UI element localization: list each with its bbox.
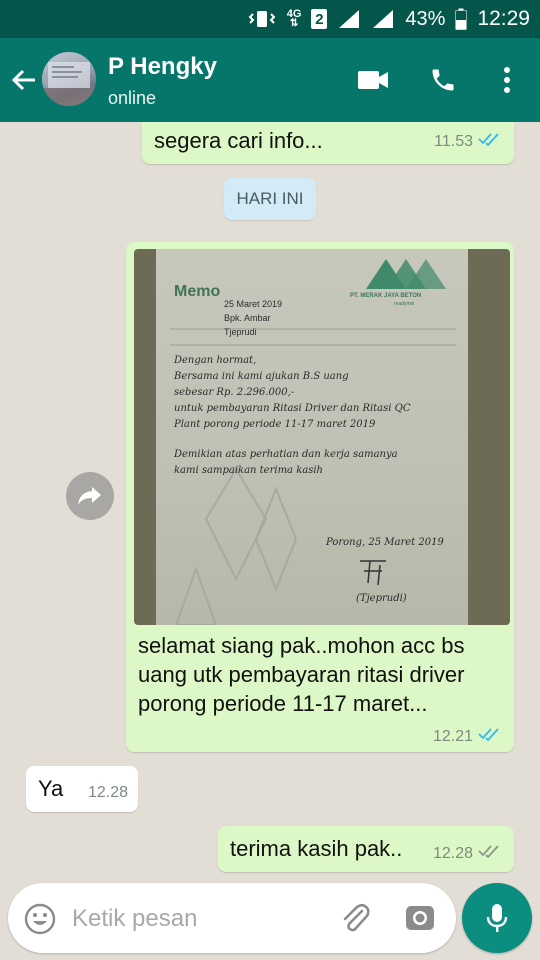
memo-body-line: kami sampaikan terima kasih	[174, 465, 323, 476]
image-caption: selamat siang pak..mohon acc bs uang utk…	[138, 631, 508, 718]
message-meta: 12.28	[433, 844, 500, 863]
date-divider: HARI INI	[224, 178, 316, 220]
composer-bar: Ketik pesan	[0, 880, 540, 960]
message-bubble-in[interactable]: Ya 12.28	[26, 766, 138, 812]
memo-signature-place: Porong, 25 Maret 2019	[326, 537, 444, 548]
memo-field-from: Tjeprudi	[224, 327, 257, 337]
memo-body: Dengan hormat, Bersama ini kami ajukan B…	[174, 353, 464, 479]
sim-slot-label: 2	[311, 9, 328, 29]
message-input[interactable]: Ketik pesan	[72, 905, 197, 933]
battery-icon	[455, 8, 468, 30]
status-time: 12:29	[477, 7, 530, 30]
message-text: terima kasih pak..	[230, 836, 403, 861]
message-meta: 11.53	[434, 132, 500, 151]
memo-signature	[356, 557, 396, 592]
network-type-icon: 4G ⇅	[286, 8, 302, 29]
status-bar-right: 4G ⇅ 2 43% 12:29	[247, 0, 530, 38]
delivered-ticks-icon	[478, 844, 500, 863]
emoji-icon[interactable]	[24, 903, 56, 940]
message-time: 12.21	[432, 727, 473, 745]
phone-icon[interactable]	[426, 64, 460, 96]
memo-paper: Memo PT. MERAK JAYA BETON readymix 25 Ma…	[156, 249, 468, 625]
memo-body-line: Demikian atas perhatian dan kerja samany…	[174, 449, 398, 460]
avatar[interactable]	[42, 52, 96, 106]
message-input-box[interactable]: Ketik pesan	[8, 883, 456, 953]
read-ticks-icon	[478, 132, 500, 151]
chat-area[interactable]: segera cari info... 11.53 HARI INI Memo …	[0, 122, 540, 880]
more-vert-icon[interactable]	[490, 64, 524, 96]
memo-title: Memo	[174, 283, 221, 300]
memo-company-sub: readymix	[394, 301, 415, 307]
memo-photo[interactable]: Memo PT. MERAK JAYA BETON readymix 25 Ma…	[134, 249, 510, 625]
back-arrow-icon[interactable]	[8, 64, 40, 96]
mic-icon[interactable]	[462, 883, 532, 953]
contact-status: online	[108, 88, 157, 108]
caption-line: porong periode 11-17 maret...	[138, 691, 428, 716]
message-text: Ya	[38, 776, 64, 801]
message-text: segera cari info...	[154, 128, 323, 153]
message-meta: 12.28	[88, 784, 128, 802]
contact-name[interactable]: P Hengky	[108, 53, 217, 81]
message-meta: 12.21	[433, 727, 500, 746]
forward-icon[interactable]	[66, 472, 114, 520]
memo-field-to: Bpk. Ambar	[224, 313, 271, 323]
message-bubble-out[interactable]: terima kasih pak.. 12.28	[218, 826, 514, 872]
read-ticks-icon	[478, 727, 500, 746]
battery-percent: 43%	[405, 7, 446, 30]
vibrate-icon	[247, 8, 277, 30]
video-call-icon[interactable]	[356, 64, 390, 96]
memo-signature-name: (Tjeprudi)	[356, 593, 407, 604]
sim-slot-icon: 2	[311, 9, 328, 29]
chat-header: P Hengky online	[0, 38, 540, 122]
signal-icon-2	[371, 8, 395, 30]
memo-body-line: Dengan hormat,	[174, 355, 257, 366]
memo-company: PT. MERAK JAYA BETON	[350, 293, 422, 299]
camera-icon[interactable]	[404, 902, 436, 939]
status-bar: 4G ⇅ 2 43% 12:29	[0, 0, 540, 38]
image-message-bubble[interactable]: Memo PT. MERAK JAYA BETON readymix 25 Ma…	[126, 242, 514, 752]
caption-line: uang utk pembayaran ritasi driver	[138, 662, 465, 687]
memo-body-line: untuk pembayaran Ritasi Driver dan Ritas…	[174, 403, 411, 414]
message-time: 11.53	[434, 132, 473, 150]
attach-icon[interactable]	[338, 901, 372, 940]
message-time: 12.28	[432, 844, 473, 862]
memo-body-line: Plant porong periode 11-17 maret 2019	[174, 419, 376, 430]
memo-body-line: sebesar Rp. 2.296.000,-	[174, 387, 295, 398]
message-bubble-out[interactable]: segera cari info... 11.53	[142, 122, 514, 164]
signal-icon	[337, 8, 361, 30]
memo-body-line: Bersama ini kami ajukan B.S uang	[174, 371, 349, 382]
caption-line: selamat siang pak..mohon acc bs	[138, 633, 465, 658]
message-time: 12.28	[87, 784, 128, 801]
memo-field-date: 25 Maret 2019	[224, 299, 283, 309]
